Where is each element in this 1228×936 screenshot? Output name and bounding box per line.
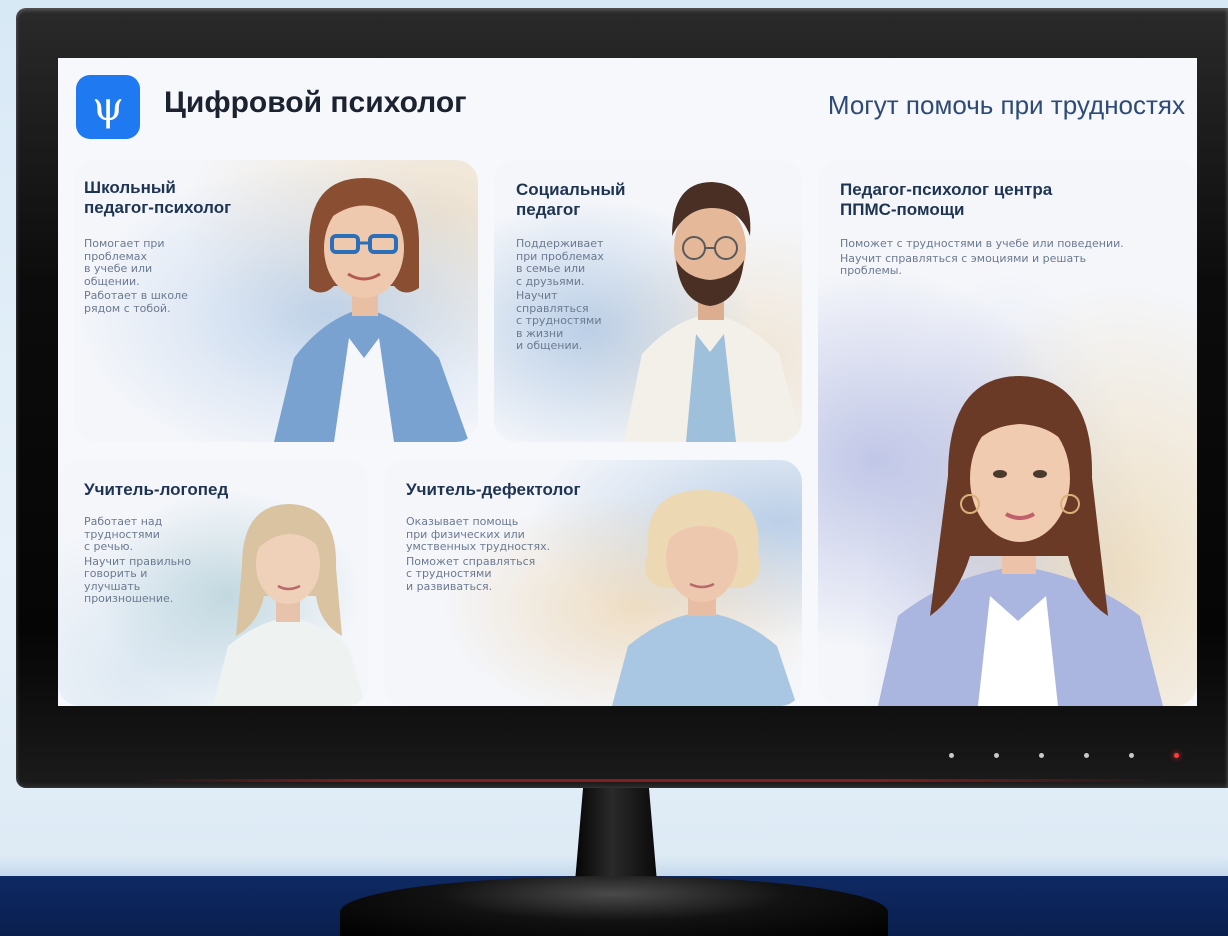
monitor-indicator-lights <box>949 748 1179 762</box>
app-screen: ψ Цифровой психолог Могут помочь при тру… <box>58 58 1197 706</box>
card-school-psychologist[interactable]: Школьный педагог-психолог Помогает при п… <box>74 160 478 442</box>
card-title: Учитель-дефектолог <box>406 480 581 499</box>
indicator-dot <box>1084 752 1089 758</box>
card-social-pedagogue[interactable]: Социальный педагог Поддерживает при проб… <box>494 160 802 442</box>
indicator-dot <box>1039 752 1044 758</box>
card-title: Социальный педагог <box>516 180 626 219</box>
card-description: Поможет с трудностями в учебе или поведе… <box>840 237 1190 278</box>
card-description-line: Поможет с трудностями в учебе или поведе… <box>840 237 1124 250</box>
card-description: Помогает при проблемах в учебе или общен… <box>84 237 234 315</box>
card-description-line: Научит справляться с эмоциями и решать п… <box>840 251 1087 277</box>
card-description-line: Поможет справляться с трудностями и разв… <box>406 554 536 593</box>
card-title: Школьный педагог-психолог <box>84 178 232 217</box>
card-defectologist[interactable]: Учитель-дефектолог Оказывает помощь при … <box>384 460 802 706</box>
card-description-line: Работает над трудностями с речью. <box>84 515 163 553</box>
card-description: Оказывает помощь при физических или умст… <box>406 515 586 593</box>
portrait-older-woman <box>612 490 797 706</box>
card-title: Учитель-логопед <box>84 480 229 499</box>
indicator-dot <box>1129 752 1134 758</box>
page-subtitle: Могут помочь при трудностях <box>827 90 1185 120</box>
psi-icon: ψ <box>92 84 124 130</box>
monitor-stand-neck <box>575 786 657 882</box>
portrait-woman-glasses <box>274 178 469 442</box>
card-title: Педагог-психолог центра ППМС-помощи <box>840 180 1053 219</box>
card-description-line: Работает в школе рядом с тобой. <box>84 289 188 315</box>
card-ppms-psychologist[interactable]: Педагог-психолог центра ППМС-помощи Помо… <box>818 160 1197 706</box>
card-description: Работает над трудностями с речью. Научит… <box>84 515 224 606</box>
power-indicator-dot <box>1174 752 1179 758</box>
card-description-line: Оказывает помощь при физических или умст… <box>406 515 551 553</box>
indicator-dot <box>994 752 999 758</box>
card-description-line: Научит правильно говорить и улучшать про… <box>84 554 192 605</box>
portrait-young-woman <box>878 376 1163 706</box>
portrait-bearded-man <box>624 182 802 442</box>
card-speech-therapist[interactable]: Учитель-логопед Работает над трудностями… <box>58 460 368 706</box>
app-logo[interactable]: ψ <box>76 75 140 139</box>
indicator-dot <box>949 752 954 758</box>
app-title: Цифровой психолог <box>164 86 467 119</box>
portrait-blonde-woman <box>213 504 366 706</box>
card-description-line: Помогает при проблемах в учебе или общен… <box>84 237 165 288</box>
